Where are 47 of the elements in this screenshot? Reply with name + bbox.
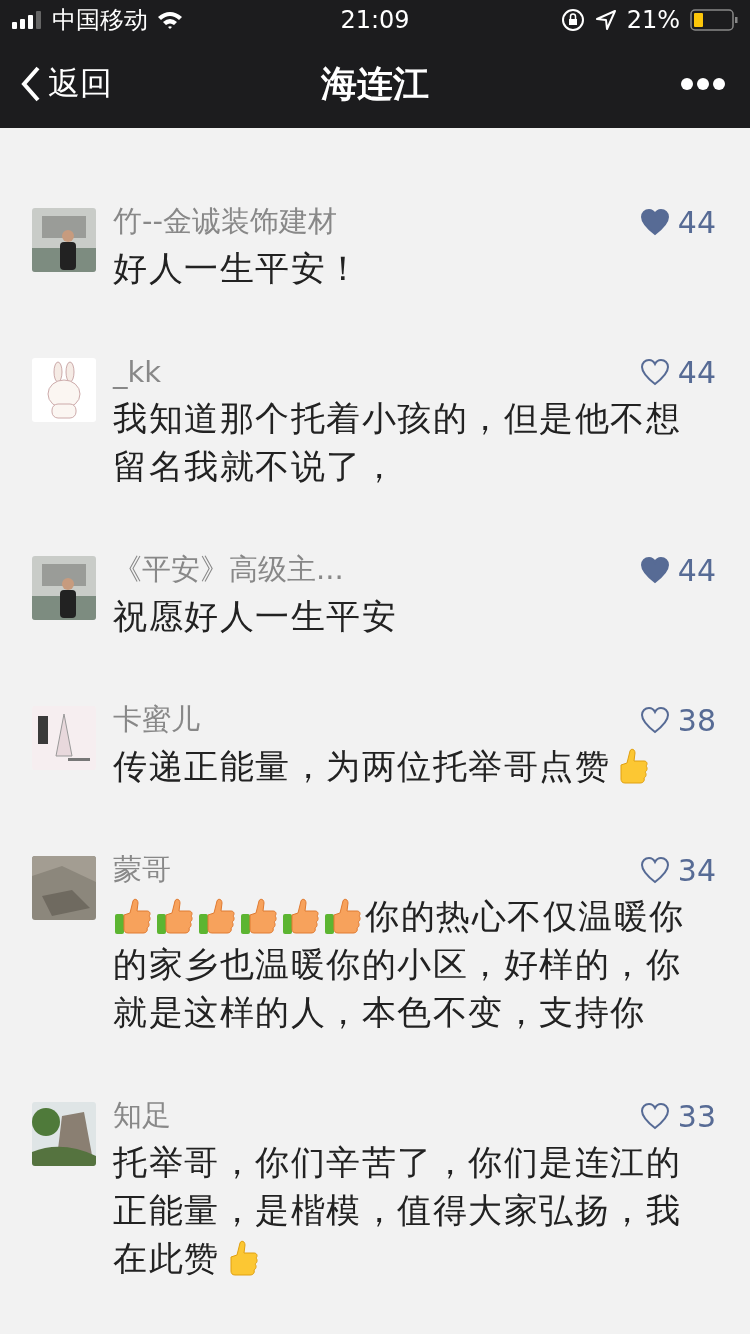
comment-text: 传递正能量，为两位托举哥点赞 xyxy=(113,745,610,788)
commenter-name: 蒙哥 xyxy=(113,851,171,888)
clock-time: 21:09 xyxy=(340,6,410,34)
battery-icon xyxy=(690,9,738,31)
thumbs-up-icon xyxy=(323,896,363,936)
like-count: 34 xyxy=(677,852,716,888)
comment-text: 我知道那个托着小孩的，但是他不想 xyxy=(113,397,681,440)
comment-text: 你的热心不仅温暖你 xyxy=(365,895,685,938)
commenter-name: 卡蜜儿 xyxy=(113,701,200,738)
carrier-name: 中国移动 xyxy=(52,5,148,36)
chevron-left-icon xyxy=(20,66,42,102)
heart-icon[interactable] xyxy=(639,706,670,734)
thumbs-up-icon xyxy=(197,896,237,936)
heart-icon[interactable] xyxy=(639,856,670,884)
location-arrow-icon xyxy=(594,9,617,31)
like-count: 44 xyxy=(677,552,716,588)
comment-text: 好人一生平安！ xyxy=(113,247,362,290)
wifi-icon xyxy=(156,10,184,30)
like-count: 33 xyxy=(677,1098,716,1134)
signal-icon xyxy=(12,11,44,29)
back-button[interactable]: 返回 xyxy=(20,62,321,106)
page-title: 海连江 xyxy=(321,61,429,106)
like-count: 38 xyxy=(677,702,716,738)
rotation-lock-icon xyxy=(560,8,585,32)
heart-icon[interactable] xyxy=(639,208,670,236)
heart-icon[interactable] xyxy=(639,358,670,386)
thumbs-up-icon xyxy=(113,896,153,936)
commenter-name: 竹--金诚装饰建材 xyxy=(113,203,337,240)
thumbs-up-icon xyxy=(155,896,195,936)
more-icon xyxy=(680,77,726,91)
like-count: 44 xyxy=(677,354,716,390)
battery-percent: 21% xyxy=(626,6,680,34)
comment-text: 正能量，是楷模，值得大家弘扬，我 xyxy=(113,1189,681,1232)
comment-text: 在此赞 xyxy=(113,1237,220,1280)
comment-text: 就是这样的人，本色不变，支持你 xyxy=(113,991,646,1034)
like-count: 44 xyxy=(677,204,716,240)
comment-text: 的家乡也温暖你的小区，好样的，你 xyxy=(113,943,681,986)
commenter-name: 知足 xyxy=(113,1097,171,1134)
commenter-name: 《平安》高级主... xyxy=(113,551,344,588)
thumbs-up-icon xyxy=(239,896,279,936)
comment-text: 托举哥，你们辛苦了，你们是连江的 xyxy=(113,1141,681,1184)
heart-icon[interactable] xyxy=(639,1102,670,1130)
comment-text: 留名我就不说了， xyxy=(113,445,397,488)
commenter-name: _kk xyxy=(113,355,162,389)
heart-icon[interactable] xyxy=(639,556,670,584)
comment-text: 祝愿好人一生平安 xyxy=(113,595,397,638)
thumbs-up-icon xyxy=(281,896,321,936)
